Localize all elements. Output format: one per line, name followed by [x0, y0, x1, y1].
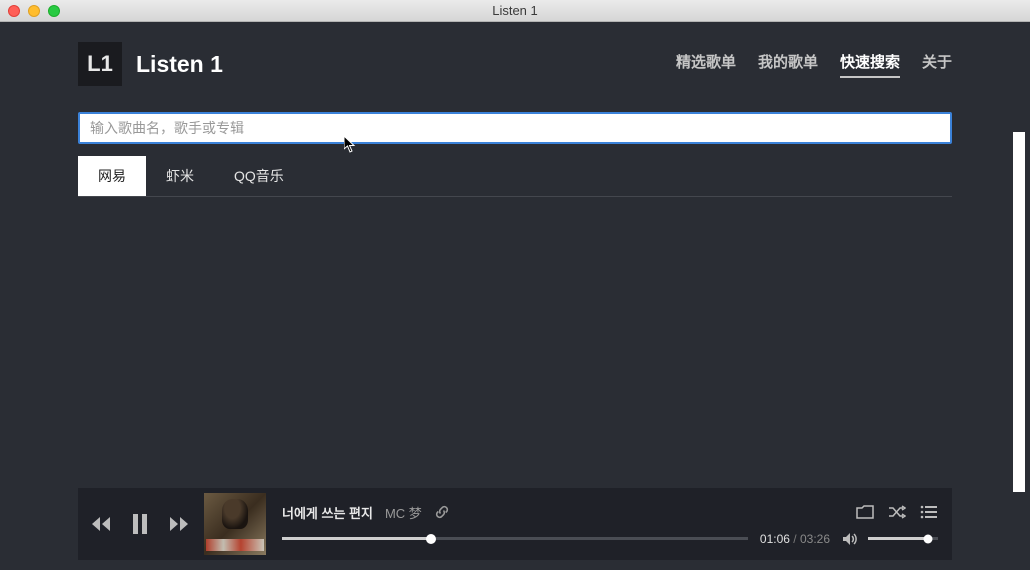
header: L1 Listen 1 精选歌单 我的歌单 快速搜索 关于 [0, 22, 1030, 98]
search-row [0, 98, 1030, 144]
source-tabs-inner: 网易 虾米 QQ音乐 [78, 156, 952, 197]
time-current: 01:06 [760, 532, 790, 546]
volume-bar[interactable] [868, 537, 938, 540]
next-button[interactable] [168, 516, 188, 532]
nav-featured-playlists[interactable]: 精选歌单 [676, 51, 736, 78]
window-title: Listen 1 [0, 3, 1030, 18]
brand: L1 Listen 1 [78, 42, 223, 86]
open-playlist-icon[interactable] [856, 505, 874, 519]
player-right-icons [856, 505, 938, 519]
progress-fill [282, 537, 431, 540]
album-art[interactable] [204, 493, 266, 555]
app-title: Listen 1 [136, 51, 223, 78]
scrollbar-thumb[interactable] [1013, 132, 1025, 492]
app-logo-icon: L1 [78, 42, 122, 86]
app-container: L1 Listen 1 精选歌单 我的歌单 快速搜索 关于 网易 虾米 QQ音乐 [0, 22, 1030, 570]
source-tabs: 网易 虾米 QQ音乐 [0, 144, 1030, 197]
pause-button[interactable] [132, 514, 148, 534]
tab-qqmusic[interactable]: QQ音乐 [214, 156, 304, 196]
link-icon[interactable] [434, 504, 450, 520]
time-total: 03:26 [800, 532, 830, 546]
volume-fill [868, 537, 928, 540]
progress-knob[interactable] [426, 534, 436, 544]
time-display: 01:06 / 03:26 [760, 532, 830, 546]
search-input[interactable] [78, 112, 952, 144]
previous-button[interactable] [92, 516, 112, 532]
progress-bar[interactable] [282, 537, 748, 540]
nav-my-playlists[interactable]: 我的歌单 [758, 51, 818, 78]
nav-quick-search[interactable]: 快速搜索 [840, 51, 900, 78]
tab-xiami[interactable]: 虾米 [146, 156, 214, 196]
shuffle-icon[interactable] [888, 505, 906, 519]
playback-controls [92, 514, 188, 534]
nav-about[interactable]: 关于 [922, 51, 952, 78]
track-meta: 너에게 쓰는 편지 MC 梦 [282, 503, 938, 522]
main-nav: 精选歌单 我的歌单 快速搜索 关于 [676, 51, 952, 78]
minimize-window-button[interactable] [28, 5, 40, 17]
traffic-lights [0, 5, 60, 17]
progress-row: 01:06 / 03:26 [282, 532, 938, 546]
close-window-button[interactable] [8, 5, 20, 17]
tab-netease[interactable]: 网易 [78, 156, 146, 196]
window-titlebar: Listen 1 [0, 0, 1030, 22]
time-sep: / [790, 532, 800, 546]
volume-knob[interactable] [923, 534, 932, 543]
track-artist: MC 梦 [385, 503, 422, 522]
maximize-window-button[interactable] [48, 5, 60, 17]
player-bar: 너에게 쓰는 편지 MC 梦 [78, 488, 952, 560]
track-column: 너에게 쓰는 편지 MC 梦 [282, 503, 938, 546]
queue-icon[interactable] [920, 505, 938, 519]
track-title: 너에게 쓰는 편지 [282, 503, 373, 522]
volume-icon[interactable] [842, 532, 860, 546]
volume-control [842, 532, 938, 546]
